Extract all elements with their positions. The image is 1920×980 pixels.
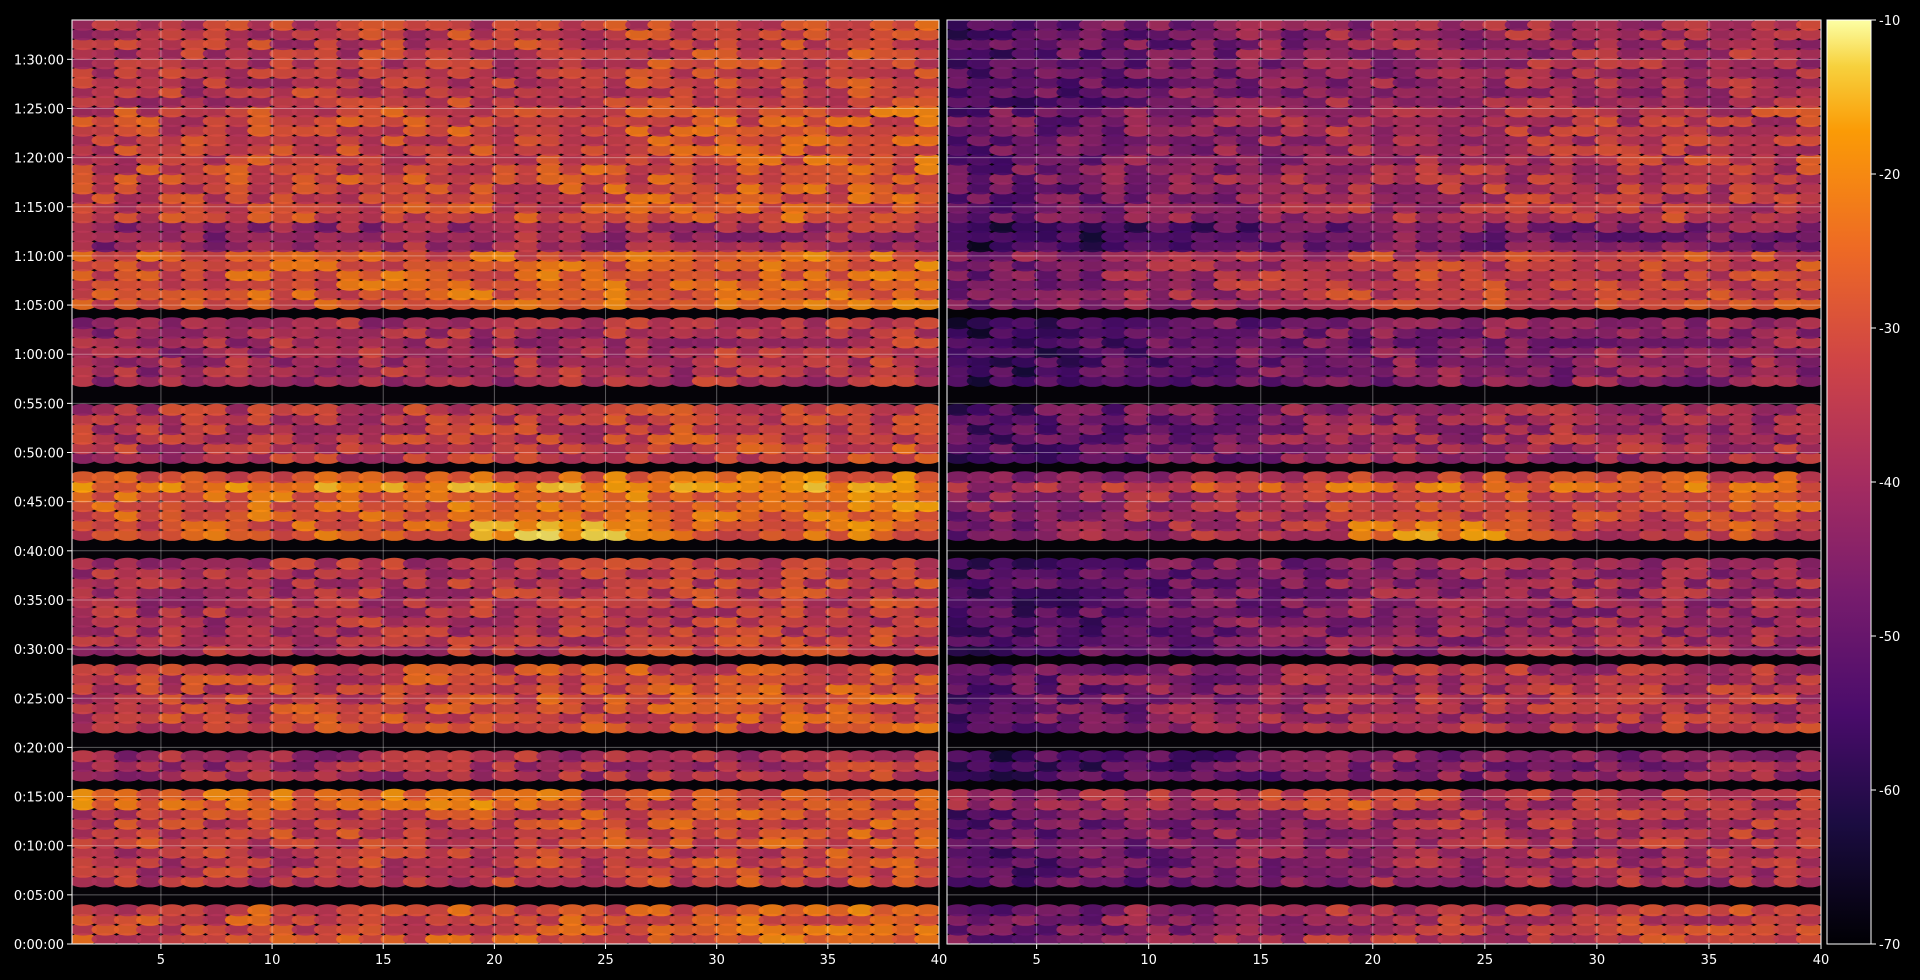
heatmap-cell: [914, 471, 939, 484]
heatmap-cell: [914, 317, 939, 330]
heatmap-cell: [914, 20, 939, 31]
heatmap-cell: [914, 663, 939, 676]
heatmap-cell: [914, 904, 939, 917]
heatmap-cell: [914, 557, 939, 570]
heatmap-cell: [914, 403, 939, 416]
heatmap-cell: [914, 750, 939, 763]
chart-figure: 5 10 15 20 25 30 35 40 5 10 15 20 25 30 35 40 0:00:00 0:0…: [0, 0, 1920, 980]
heatmap-cell: [914, 788, 939, 801]
heatmap-chart: 5 10 15 20 25 30 35 40 5 10 15 20 25 30 35 400:00:000:0…: [14, 14, 1900, 968]
